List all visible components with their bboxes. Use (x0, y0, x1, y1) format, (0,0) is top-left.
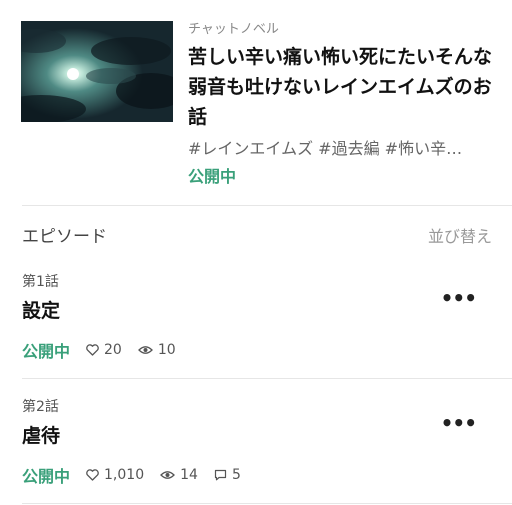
view-count: 14 (160, 467, 198, 483)
view-count-value: 14 (180, 467, 198, 483)
episode-status: 公開中 (22, 467, 71, 486)
ellipsis-icon: ••• (440, 286, 477, 310)
ellipsis-icon: ••• (440, 411, 477, 435)
work-genre: チャットノベル (188, 22, 279, 37)
like-count-value: 1,010 (104, 467, 145, 483)
sort-button[interactable]: 並び替え (428, 224, 492, 250)
cover-image[interactable] (21, 21, 173, 122)
episode-title[interactable]: 設定 (22, 298, 492, 324)
episodes-label: エピソード (22, 227, 107, 247)
eye-icon (160, 471, 176, 479)
eye-icon (137, 346, 153, 354)
view-count-value: 10 (157, 342, 176, 358)
divider (22, 205, 512, 206)
episode-item[interactable]: 第1話 設定 公開中 20 10 ••• (22, 272, 492, 382)
heart-outline-icon (86, 469, 99, 481)
work-title[interactable]: 苦しい辛い痛い怖い死にたいそんな弱音も吐けないレインエイムズのお話 (188, 42, 493, 132)
view-count: 10 (137, 342, 176, 358)
night-sky-image (21, 21, 173, 122)
work-status: 公開中 (188, 167, 237, 186)
work-card[interactable]: チャットノベル 苦しい辛い痛い怖い死にたいそんな弱音も吐けないレインエイムズのお… (0, 0, 512, 205)
divider (22, 503, 512, 504)
speech-bubble-icon (214, 469, 227, 481)
episode-title[interactable]: 虐待 (22, 423, 492, 449)
comment-count-value: 5 (231, 467, 241, 483)
more-options-button[interactable]: ••• (440, 411, 477, 435)
episode-number: 第1話 (22, 274, 59, 290)
work-tags[interactable]: #レインエイムズ #過去編 #怖い辛… (188, 138, 493, 160)
comment-count: 5 (214, 467, 241, 483)
divider (22, 378, 512, 379)
more-options-button[interactable]: ••• (440, 286, 477, 310)
like-count: 1,010 (86, 467, 144, 483)
heart-outline-icon (86, 344, 99, 356)
like-count-value: 20 (104, 342, 122, 358)
episode-item[interactable]: 第2話 虐待 公開中 1,010 14 5 ••• (22, 397, 492, 505)
like-count: 20 (86, 342, 122, 358)
episode-number: 第2話 (22, 399, 59, 415)
episodes-header: エピソード 並び替え (22, 224, 492, 250)
episode-status: 公開中 (22, 342, 71, 361)
